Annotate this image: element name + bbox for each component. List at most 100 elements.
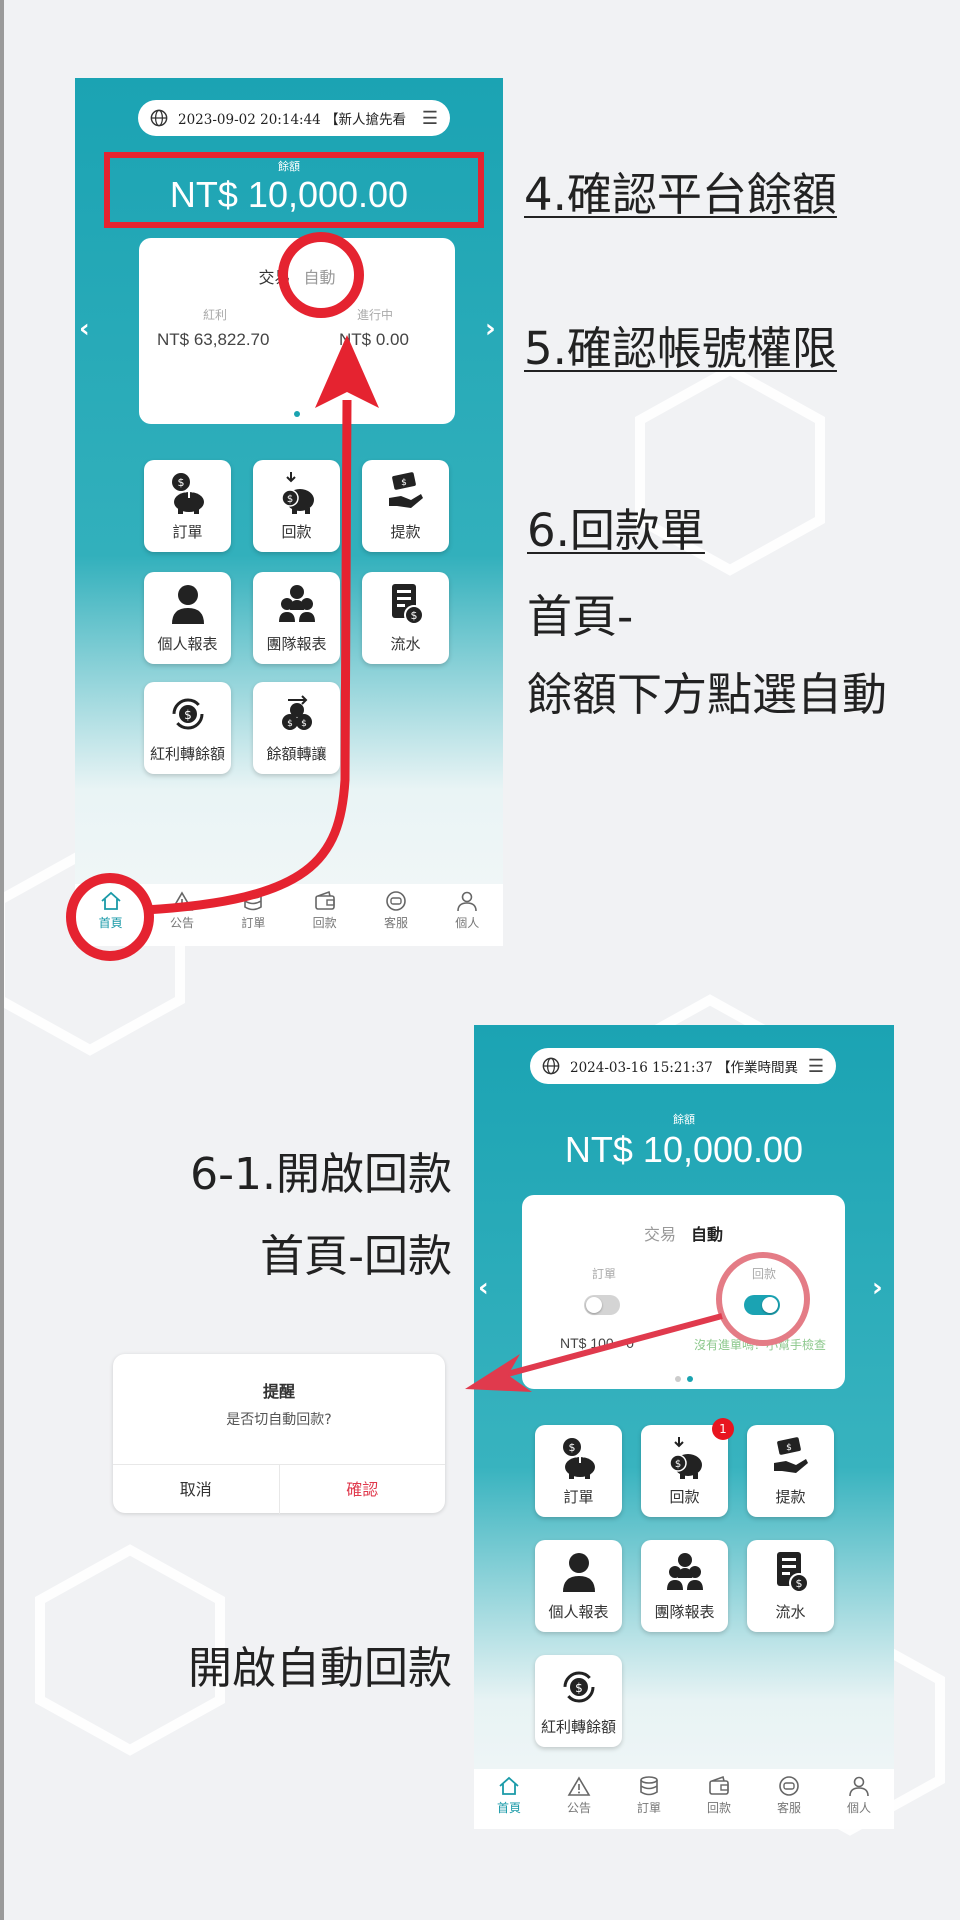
tile-team-report[interactable]: 團隊報表 bbox=[641, 1540, 728, 1632]
tile-flow[interactable]: $ 流水 bbox=[362, 572, 449, 664]
helper-link[interactable]: 沒有進單嗎？小幫手檢查 bbox=[694, 1336, 826, 1353]
svg-text:$: $ bbox=[301, 719, 307, 729]
tile-label: 流水 bbox=[390, 635, 421, 653]
tile-label: 訂單 bbox=[563, 1488, 594, 1506]
svg-text:$: $ bbox=[786, 1443, 792, 1453]
tile-withdraw[interactable]: $ 提款 bbox=[747, 1425, 834, 1517]
tile-label: 提款 bbox=[390, 523, 421, 541]
nav-repayment[interactable]: 回款 bbox=[289, 884, 360, 946]
balance-card: 交易 自動 紅利 NT$ 63,822.70 進行中 NT$ 0.00 bbox=[139, 238, 455, 424]
person-icon bbox=[172, 585, 204, 624]
nav-support[interactable]: 客服 bbox=[754, 1769, 824, 1829]
tile-label: 訂單 bbox=[172, 523, 203, 541]
tile-team-report[interactable]: 團隊報表 bbox=[253, 572, 340, 664]
nav-home[interactable]: 首頁 bbox=[474, 1769, 544, 1829]
nav-repayment[interactable]: 回款 bbox=[684, 1769, 754, 1829]
tile-label: 個人報表 bbox=[548, 1603, 609, 1621]
bottom-nav: 首頁 公告 訂單 回款 客服 個人 bbox=[474, 1769, 894, 1829]
repay-toggle-label: 回款 bbox=[752, 1267, 777, 1281]
chevron-right-icon[interactable]: › bbox=[872, 1273, 883, 1303]
svg-text:$: $ bbox=[569, 1441, 576, 1454]
svg-text:$: $ bbox=[401, 478, 407, 488]
nav-orders[interactable]: 訂單 bbox=[218, 884, 289, 946]
cash-hand-icon: $ bbox=[774, 1437, 808, 1473]
tile-repayment[interactable]: $ 回款 bbox=[253, 460, 340, 552]
tile-bonus-to-balance[interactable]: $ 紅利轉餘額 bbox=[144, 682, 231, 774]
tile-balance-transfer[interactable]: $ $ 餘額轉讓 bbox=[253, 682, 340, 774]
cash-hand-icon: $ bbox=[389, 472, 423, 508]
svg-text:$: $ bbox=[411, 609, 418, 622]
tile-label: 餘額轉讓 bbox=[266, 745, 327, 763]
exchange-dollar-icon: $ bbox=[172, 698, 204, 730]
step6-1-line2: 首頁-回款 bbox=[260, 1231, 452, 1282]
pager-dots bbox=[139, 402, 455, 421]
confirm-button[interactable]: 確認 bbox=[280, 1465, 446, 1514]
nav-orders[interactable]: 訂單 bbox=[614, 1769, 684, 1829]
tile-order[interactable]: $ 訂單 bbox=[144, 460, 231, 552]
step4-text: 4.確認平台餘額 bbox=[524, 168, 837, 221]
person-icon bbox=[563, 1553, 595, 1592]
tile-order[interactable]: $ 訂單 bbox=[535, 1425, 622, 1517]
database-icon bbox=[640, 1776, 658, 1796]
tile-label: 提款 bbox=[775, 1488, 806, 1506]
pending-value: NT$ 0.00 bbox=[339, 330, 409, 349]
nav-announcement[interactable]: 公告 bbox=[544, 1769, 614, 1829]
chevron-left-icon[interactable]: ‹ bbox=[79, 314, 90, 344]
tile-personal-report[interactable]: 個人報表 bbox=[144, 572, 231, 664]
home-icon bbox=[101, 891, 121, 910]
home-icon bbox=[499, 1776, 519, 1795]
tile-flow[interactable]: $ 流水 bbox=[747, 1540, 834, 1632]
tile-label: 回款 bbox=[281, 523, 312, 541]
step6-line2: 首頁- bbox=[527, 590, 634, 643]
svg-text:$: $ bbox=[575, 1681, 583, 1695]
piggy-bank-down-icon: $ bbox=[281, 472, 314, 514]
tile-withdraw[interactable]: $ 提款 bbox=[362, 460, 449, 552]
order-toggle-label: 訂單 bbox=[592, 1267, 617, 1281]
tab-auto[interactable]: 自動 bbox=[691, 1225, 723, 1244]
chevron-right-icon[interactable]: › bbox=[485, 314, 496, 344]
database-icon bbox=[244, 891, 263, 911]
balance-label: 餘額 bbox=[278, 160, 300, 173]
repay-auto-toggle[interactable] bbox=[744, 1295, 780, 1315]
cancel-button[interactable]: 取消 bbox=[113, 1465, 280, 1514]
tile-personal-report[interactable]: 個人報表 bbox=[535, 1540, 622, 1632]
globe-icon bbox=[150, 109, 168, 127]
team-icon bbox=[667, 1553, 703, 1590]
ledger-icon: $ bbox=[392, 584, 424, 625]
amount-range: NT$ 100 - 0 bbox=[560, 1335, 634, 1351]
piggy-bank-down-icon: $ bbox=[669, 1437, 702, 1479]
nav-support[interactable]: 客服 bbox=[360, 884, 431, 946]
balance-amount: NT$ 10,000.00 bbox=[564, 1129, 804, 1170]
order-auto-toggle[interactable] bbox=[584, 1295, 620, 1315]
svg-text:$: $ bbox=[178, 476, 185, 489]
phone-screenshot-auto-repay: 2024-03-16 15:21:37 【作業時間異 ☰ 餘額 NT$ 10,0… bbox=[474, 1025, 894, 1829]
tab-trade[interactable]: 交易 bbox=[644, 1225, 676, 1244]
tile-repayment[interactable]: $ 1 回款 bbox=[641, 1418, 734, 1517]
tab-auto[interactable]: 自動 bbox=[304, 268, 336, 287]
tile-label: 團隊報表 bbox=[266, 635, 327, 653]
nav-home[interactable]: 首頁 bbox=[75, 884, 146, 946]
coins-transfer-icon: $ $ bbox=[282, 695, 312, 730]
announcement-bar[interactable]: 2024-03-16 15:21:37 【作業時間異 ☰ bbox=[530, 1048, 836, 1084]
hamburger-icon[interactable]: ☰ bbox=[808, 1056, 824, 1077]
chevron-left-icon[interactable]: ‹ bbox=[478, 1273, 489, 1303]
nav-profile[interactable]: 個人 bbox=[824, 1769, 894, 1829]
wallet-icon bbox=[709, 1775, 729, 1795]
warning-icon bbox=[170, 891, 194, 911]
nav-announcement[interactable]: 公告 bbox=[146, 884, 217, 946]
hamburger-icon[interactable]: ☰ bbox=[422, 108, 438, 129]
svg-text:$: $ bbox=[287, 494, 293, 505]
nav-profile[interactable]: 個人 bbox=[432, 884, 503, 946]
tab-trade[interactable]: 交易 bbox=[258, 268, 290, 287]
svg-text:$: $ bbox=[796, 1577, 803, 1590]
step6-text: 6.回款單 bbox=[527, 504, 705, 557]
wallet-icon bbox=[314, 890, 335, 910]
team-icon bbox=[279, 585, 315, 622]
tile-label: 紅利轉餘額 bbox=[149, 745, 225, 763]
ticker-text: 2024-03-16 15:21:37 【作業時間異 bbox=[570, 1060, 799, 1076]
phone-screenshot-home: 2023-09-02 20:14:44 【新人搶先看 ☰ 餘額 NT$ 10,0… bbox=[75, 78, 503, 946]
notification-badge: 1 bbox=[712, 1418, 734, 1440]
tile-bonus-to-balance[interactable]: $ 紅利轉餘額 bbox=[535, 1655, 622, 1747]
announcement-bar[interactable]: 2023-09-02 20:14:44 【新人搶先看 ☰ bbox=[138, 100, 450, 136]
globe-icon bbox=[542, 1057, 560, 1075]
